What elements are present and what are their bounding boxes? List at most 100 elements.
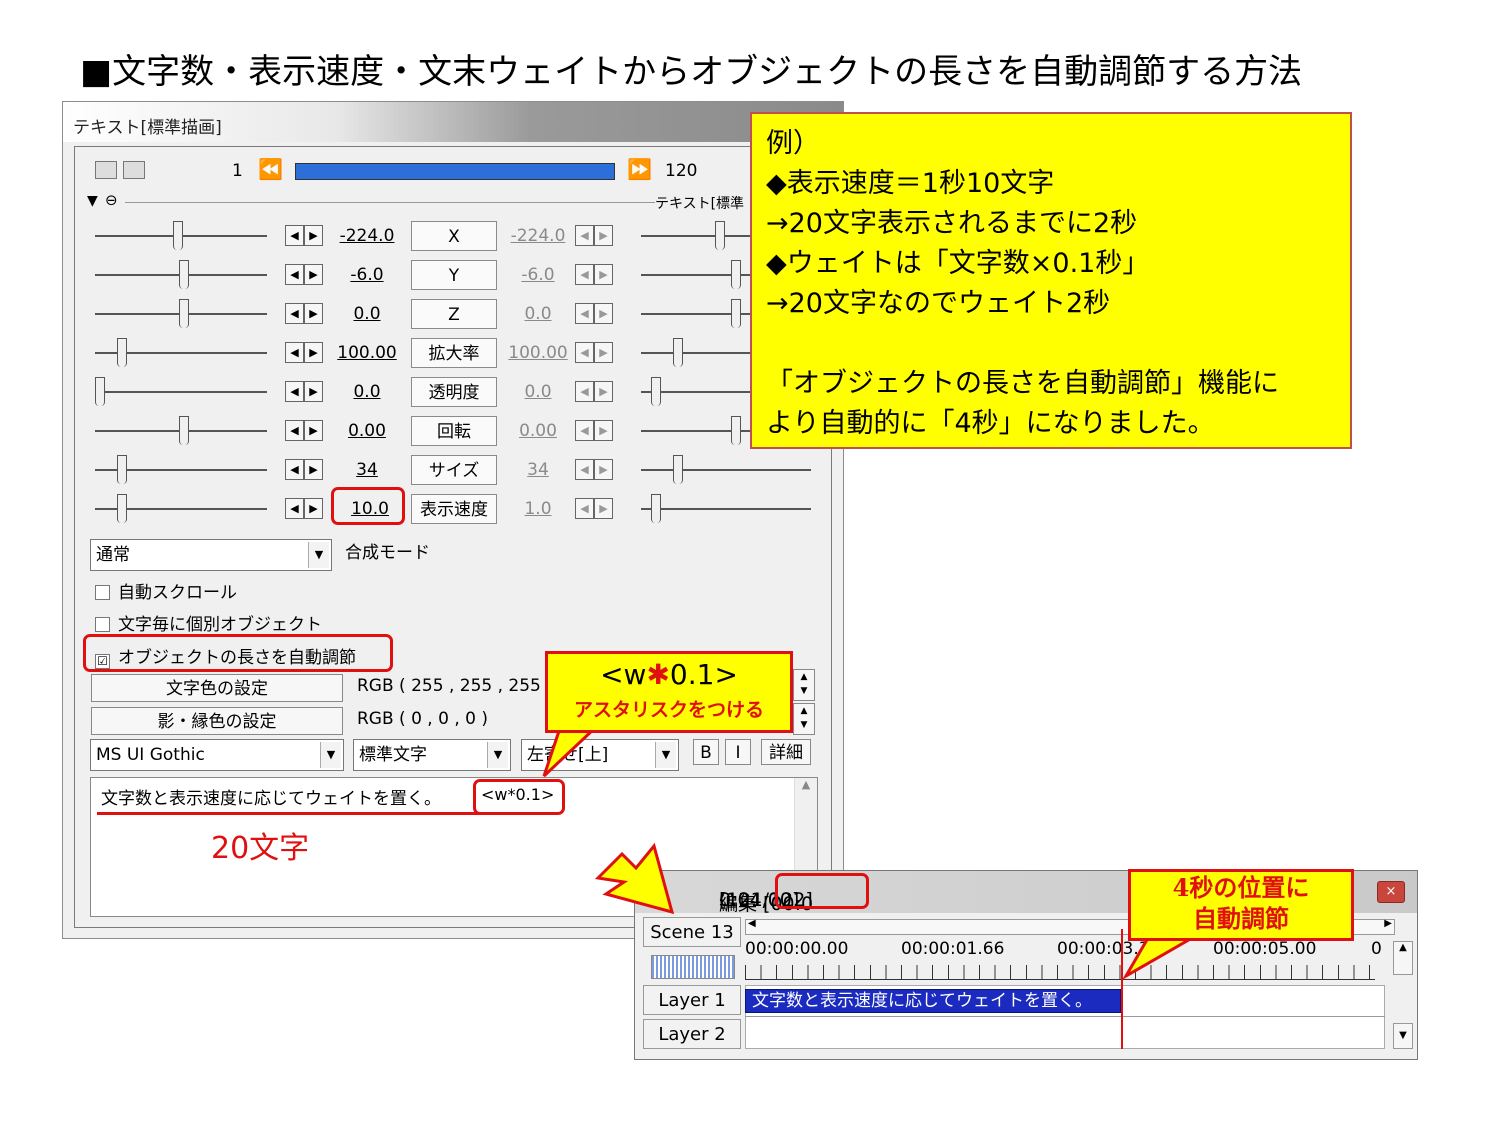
layer-label[interactable]: Layer 2 (643, 1019, 741, 1049)
decrement-icon[interactable]: ◀ (285, 342, 304, 363)
param-button-rotation[interactable]: 回転 (411, 416, 497, 446)
film-icon[interactable] (95, 161, 117, 179)
checkbox-box[interactable] (95, 585, 110, 600)
increment-icon[interactable]: ▶ (304, 498, 323, 519)
param-value[interactable]: 34 (329, 460, 405, 480)
individual-object-checkbox[interactable]: 文字毎に個別オブジェクト (95, 610, 322, 635)
slider-thumb[interactable] (173, 221, 183, 250)
scroll-down-icon[interactable]: ▼ (1393, 1023, 1413, 1049)
slider-track-end[interactable] (641, 469, 811, 471)
param-value-end[interactable]: 0.0 (503, 382, 573, 402)
param-value[interactable]: 0.0 (329, 304, 405, 324)
shadow-spin-icon[interactable]: ▲ ▼ (793, 703, 815, 735)
slider-thumb-end[interactable] (651, 377, 661, 406)
increment-icon[interactable]: ▶ (594, 225, 613, 246)
increment-icon[interactable]: ▶ (594, 420, 613, 441)
collapse-arrow-icon[interactable]: ▼ (87, 193, 98, 209)
increment-icon[interactable]: ▶ (594, 303, 613, 324)
chevron-down-icon[interactable]: ▼ (655, 742, 676, 768)
param-button-scale[interactable]: 拡大率 (411, 338, 497, 368)
param-button-display-speed[interactable]: 表示速度 (411, 494, 497, 524)
decrement-icon[interactable]: ◀ (575, 381, 594, 402)
rewind-icon[interactable]: ⏪ (258, 157, 283, 181)
layer-label[interactable]: Layer 1 (643, 985, 741, 1015)
slider-thumb-end[interactable] (731, 260, 741, 289)
decrement-icon[interactable]: ◀ (575, 303, 594, 324)
slider-track-end[interactable] (641, 508, 811, 510)
param-value-end[interactable]: -224.0 (503, 226, 573, 246)
increment-icon[interactable]: ▶ (594, 459, 613, 480)
italic-button[interactable]: I (725, 739, 751, 765)
scroll-right-icon[interactable]: ▶ (1384, 918, 1392, 929)
chevron-down-icon[interactable]: ▼ (487, 742, 508, 768)
param-value-end[interactable]: 1.0 (503, 499, 573, 519)
param-button-x[interactable]: X (411, 221, 497, 251)
slider-thumb-end[interactable] (731, 416, 741, 445)
blend-mode-select[interactable]: 通常 ▼ (90, 539, 332, 571)
increment-icon[interactable]: ▶ (304, 420, 323, 441)
slider-thumb-end[interactable] (673, 338, 683, 367)
increment-icon[interactable]: ▶ (304, 225, 323, 246)
param-button-y[interactable]: Y (411, 260, 497, 290)
increment-icon[interactable]: ▶ (304, 264, 323, 285)
close-icon[interactable]: × (1377, 881, 1405, 903)
decrement-icon[interactable]: ◀ (285, 264, 304, 285)
param-value-end[interactable]: -6.0 (503, 265, 573, 285)
param-value-end[interactable]: 34 (503, 460, 573, 480)
param-value-end[interactable]: 0.00 (503, 421, 573, 441)
scroll-up-icon[interactable]: ▲ (1393, 941, 1413, 975)
decrement-icon[interactable]: ◀ (285, 303, 304, 324)
window-titlebar[interactable]: テキスト[標準描画] (63, 102, 843, 142)
param-button-size[interactable]: サイズ (411, 455, 497, 485)
slider-thumb[interactable] (179, 299, 189, 328)
detail-button[interactable]: 詳細 (761, 739, 811, 765)
param-value-end[interactable]: 0.0 (503, 304, 573, 324)
color-spin-icon[interactable]: ▲ ▼ (793, 669, 815, 701)
scroll-left-icon[interactable]: ◀ (748, 918, 756, 929)
bold-button[interactable]: B (693, 739, 719, 765)
param-button-z[interactable]: Z (411, 299, 497, 329)
param-value-end[interactable]: 100.00 (503, 343, 573, 363)
text-color-button[interactable]: 文字色の設定 (91, 674, 343, 702)
decrement-icon[interactable]: ◀ (575, 225, 594, 246)
slider-thumb-end[interactable] (715, 221, 725, 250)
slider-thumb[interactable] (179, 260, 189, 289)
frame-seekbar[interactable] (295, 163, 615, 180)
decrement-icon[interactable]: ◀ (575, 264, 594, 285)
decrement-icon[interactable]: ◀ (575, 420, 594, 441)
decrement-icon[interactable]: ◀ (285, 498, 304, 519)
decrement-icon[interactable]: ◀ (285, 459, 304, 480)
slider-thumb[interactable] (117, 455, 127, 484)
decrement-icon[interactable]: ◀ (285, 420, 304, 441)
increment-icon[interactable]: ▶ (594, 264, 613, 285)
decrement-icon[interactable]: ◀ (575, 459, 594, 480)
param-button-opacity[interactable]: 透明度 (411, 377, 497, 407)
decrement-icon[interactable]: ◀ (285, 381, 304, 402)
text-clip[interactable]: 文字数と表示速度に応じてウェイトを置く。 (745, 989, 1121, 1013)
text-style-select[interactable]: 標準文字 ▼ (353, 739, 511, 771)
increment-icon[interactable]: ▶ (304, 459, 323, 480)
shadow-color-button[interactable]: 影・縁色の設定 (91, 707, 343, 735)
checkbox-box[interactable] (95, 617, 110, 632)
slider-thumb[interactable] (117, 338, 127, 367)
increment-icon[interactable]: ▶ (594, 381, 613, 402)
window-icon[interactable] (123, 161, 145, 179)
chevron-down-icon[interactable]: ▼ (320, 742, 341, 768)
increment-icon[interactable]: ▶ (594, 342, 613, 363)
chevron-down-icon[interactable]: ▼ (308, 542, 329, 568)
param-value[interactable]: -6.0 (329, 265, 405, 285)
auto-scroll-checkbox[interactable]: 自動スクロール (95, 578, 237, 603)
slider-thumb[interactable] (179, 416, 189, 445)
increment-icon[interactable]: ▶ (304, 381, 323, 402)
param-value[interactable]: -224.0 (329, 226, 405, 246)
increment-icon[interactable]: ▶ (304, 342, 323, 363)
decrement-icon[interactable]: ◀ (285, 225, 304, 246)
decrement-icon[interactable]: ◀ (575, 498, 594, 519)
slider-track[interactable] (95, 391, 267, 393)
param-value[interactable]: 0.0 (329, 382, 405, 402)
fast-forward-icon[interactable]: ⏩ (627, 157, 652, 181)
slider-thumb[interactable] (95, 377, 105, 406)
param-value[interactable]: 100.00 (329, 343, 405, 363)
slider-thumb[interactable] (117, 494, 127, 523)
slider-thumb-end[interactable] (651, 494, 661, 523)
